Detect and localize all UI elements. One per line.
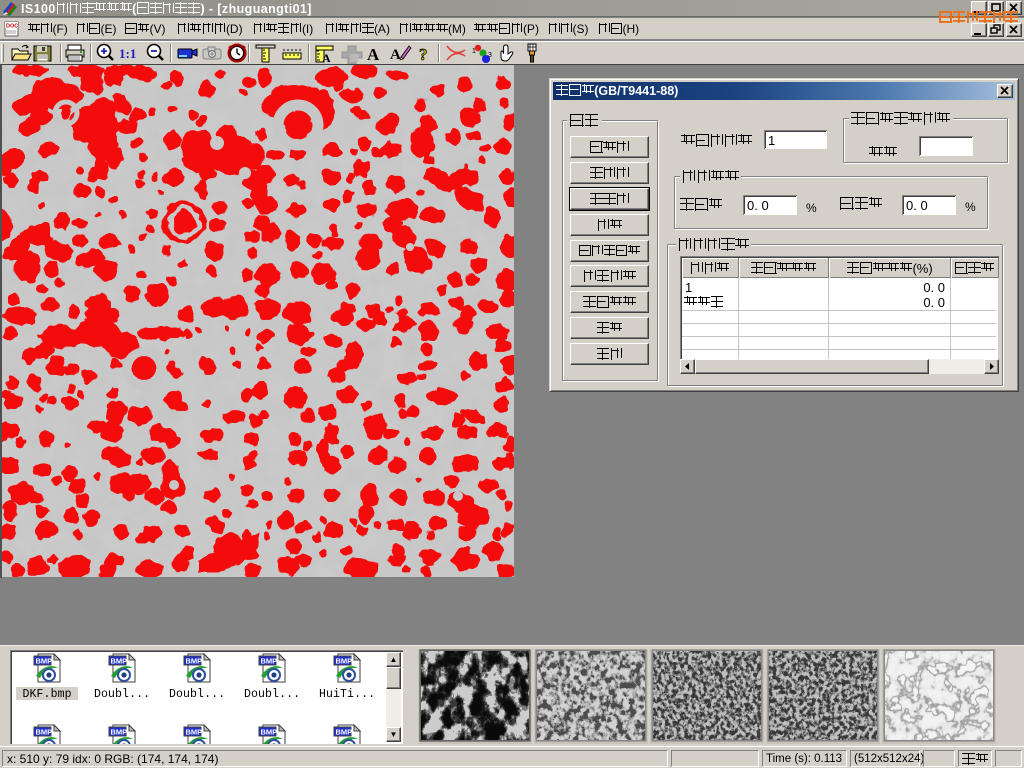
svg-text:1: 1	[472, 48, 476, 55]
svg-text:A: A	[367, 45, 380, 64]
svg-text:3: 3	[488, 52, 492, 59]
svg-text:?: ?	[419, 45, 428, 64]
svg-text:DOC: DOC	[6, 24, 18, 30]
svg-text:1:1: 1:1	[119, 46, 136, 61]
svg-text:A: A	[390, 47, 401, 63]
svg-text:A: A	[322, 51, 331, 64]
